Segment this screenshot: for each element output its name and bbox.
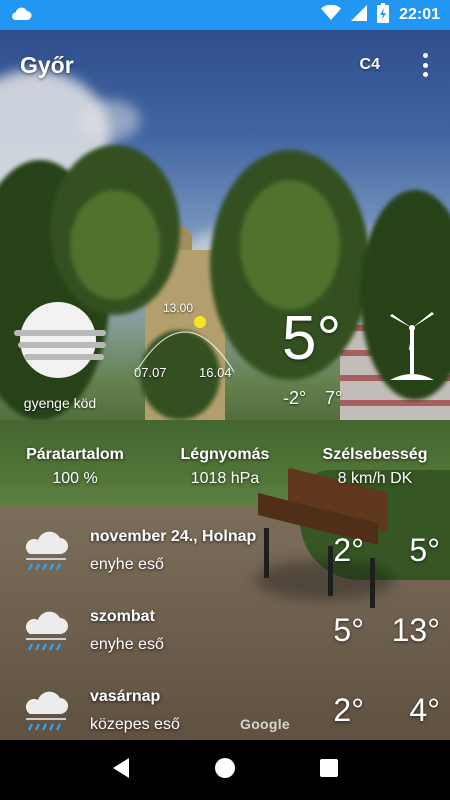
forecast-day: szombat bbox=[90, 608, 155, 625]
stat-value: 8 km/h DK bbox=[337, 470, 413, 487]
forecast-min: 2° bbox=[333, 532, 364, 568]
rain-cloud-icon bbox=[22, 608, 70, 654]
forecast-day: vasárnap bbox=[90, 688, 161, 705]
rain-cloud-icon bbox=[22, 528, 70, 574]
stat-label: Légnyomás bbox=[180, 446, 270, 463]
rain-cloud-icon bbox=[22, 688, 70, 734]
recents-icon[interactable] bbox=[319, 758, 339, 783]
min-temperature: -2° bbox=[283, 388, 307, 408]
condition-text: gyenge köd bbox=[23, 395, 97, 411]
navigation-bar bbox=[0, 740, 450, 800]
signal-icon bbox=[351, 4, 368, 26]
pressure-stat: Légnyomás 1018 hPa bbox=[150, 446, 300, 488]
stat-value: 1018 hPa bbox=[190, 470, 260, 487]
forecast-desc: enyhe eső bbox=[90, 556, 164, 573]
forecast-list: november 24., Holnap enyhe eső 2° 5° szo… bbox=[0, 516, 450, 756]
sun-icon bbox=[194, 316, 206, 328]
forecast-min: 2° bbox=[333, 692, 364, 728]
wind-turbine-icon bbox=[386, 310, 438, 382]
forecast-min: 5° bbox=[333, 612, 364, 648]
city-title[interactable]: Győr bbox=[20, 52, 360, 79]
battery-charging-icon bbox=[377, 2, 390, 28]
solar-noon: 13.00 bbox=[162, 301, 194, 315]
app-bar: Győr C4 bbox=[0, 30, 450, 100]
forecast-max: 5° bbox=[409, 532, 440, 568]
forecast-max: 13° bbox=[391, 612, 440, 648]
forecast-desc: közepes eső bbox=[90, 716, 180, 733]
cloud-icon bbox=[10, 5, 32, 26]
max-temperature: 7° bbox=[325, 388, 343, 408]
forecast-day: november 24., Holnap bbox=[90, 528, 257, 545]
unit-button[interactable]: C4 bbox=[360, 56, 380, 74]
status-bar: 22:01 bbox=[0, 0, 450, 30]
sunrise-time: 07.07 bbox=[134, 365, 167, 380]
wind-speed-stat: Szélsebesség 8 km/h DK bbox=[300, 446, 450, 488]
stats-row: Páratartalom 100 % Légnyomás 1018 hPa Sz… bbox=[0, 446, 450, 488]
stat-value: 100 % bbox=[52, 470, 98, 487]
sunset-time: 16.04 bbox=[199, 365, 232, 380]
back-icon[interactable] bbox=[111, 757, 131, 784]
forecast-row[interactable]: november 24., Holnap enyhe eső 2° 5° bbox=[0, 516, 450, 596]
wifi-icon bbox=[321, 4, 342, 26]
more-vert-icon[interactable] bbox=[420, 53, 430, 77]
forecast-row[interactable]: szombat enyhe eső 5° 13° bbox=[0, 596, 450, 676]
forecast-desc: enyhe eső bbox=[90, 636, 164, 653]
fog-icon bbox=[14, 300, 106, 380]
forecast-max: 4° bbox=[409, 692, 440, 728]
google-attribution: Google bbox=[240, 716, 291, 732]
stat-label: Szélsebesség bbox=[322, 446, 428, 463]
home-icon[interactable] bbox=[214, 757, 236, 784]
current-temperature: 5° bbox=[282, 304, 342, 373]
humidity-stat: Páratartalom 100 % bbox=[0, 446, 150, 488]
clock: 22:01 bbox=[399, 6, 440, 23]
stat-label: Páratartalom bbox=[26, 446, 124, 463]
